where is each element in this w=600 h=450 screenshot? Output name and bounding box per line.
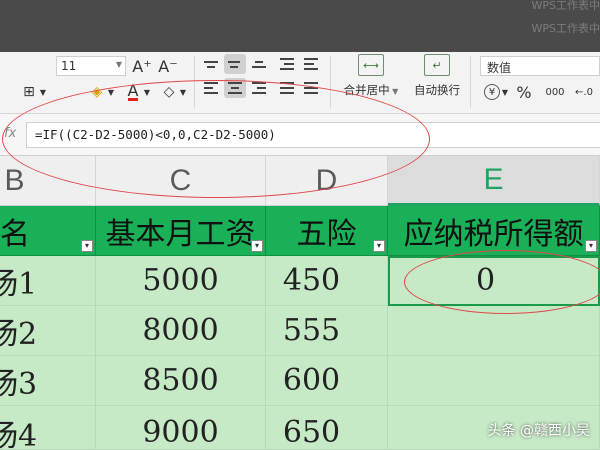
cell-value: 650 [282,415,341,450]
column-letter: B [4,163,25,197]
borders-dropdown[interactable]: ▼ [38,84,48,100]
currency-icon: ¥ [484,84,500,100]
window-hint: WPS工作表中 [531,22,600,35]
font-grow-label: A⁺ [132,56,152,76]
cell-value: 5000 [142,263,219,298]
header-cell-taxable[interactable]: 应纳税所得额 ▾ [388,206,600,256]
font-grow-button[interactable]: A⁺ [132,56,152,76]
number-format-value: 数值 [487,61,512,75]
ribbon-divider [470,56,471,108]
annotation-ellipse-formula [2,80,430,198]
align-top-button[interactable] [200,54,222,74]
cell-taxable-row3[interactable] [388,356,600,406]
cell-salary-row1[interactable]: 5000 [96,256,266,306]
chevron-down-icon: ▼ [115,60,122,69]
indent-increase-button[interactable] [300,54,322,74]
header-label: 五险 [296,216,357,252]
wrap-text-icon: ↵ [424,54,450,76]
title-bar: WPS工作表中 WPS工作表中 [0,0,600,52]
increase-decimal-button[interactable]: ←.0 [570,82,598,102]
thousand-separator-button[interactable]: 000 [540,82,570,102]
cell-value: 杨3 [0,366,38,402]
cell-insurance-row4[interactable]: 650 [266,406,388,450]
font-size-select[interactable]: 11 ▼ [56,56,126,76]
header-cell-name[interactable]: 姓名 ▾ [0,206,96,256]
header-label: 应纳税所得额 [403,216,584,252]
cell-value: 杨4 [0,418,38,450]
cell-value: 杨2 [0,316,38,352]
percent-icon: % [516,82,532,102]
currency-button[interactable]: ¥ [482,82,502,102]
currency-dropdown[interactable]: ▼ [500,84,510,100]
filter-dropdown-icon[interactable]: ▾ [251,240,263,252]
cell-insurance-row1[interactable]: 450 [266,256,388,306]
font-size-value: 11 [61,59,77,73]
merge-cells-icon: ⟷ [358,54,384,76]
cell-value: 555 [282,313,341,348]
chevron-down-icon: ▼ [501,87,509,97]
align-middle-button[interactable] [224,54,246,74]
column-header-e[interactable]: E [388,156,600,206]
chevron-down-icon: ▼ [39,87,47,97]
cell-value: 8500 [142,363,219,398]
header-cell-insurance[interactable]: 五险 ▾ [266,206,388,256]
thousand-separator-icon: 000 [545,86,565,98]
cell-value: 杨1 [0,266,38,302]
wrap-text-label: 自动换行 [414,83,460,97]
number-format-select[interactable]: 数值 [480,56,600,76]
cell-value: 8000 [142,313,219,348]
cell-salary-row3[interactable]: 8500 [96,356,266,406]
cell-value: 600 [282,363,341,398]
indent-decrease-button[interactable] [276,54,298,74]
chevron-down-icon: ▼ [389,87,399,96]
column-letter: E [483,162,504,196]
header-cell-salary[interactable]: 基本月工资 ▾ [96,206,266,256]
cell-salary-row4[interactable]: 9000 [96,406,266,450]
filter-dropdown-icon[interactable]: ▾ [585,240,597,252]
font-shrink-button[interactable]: A⁻ [158,56,178,76]
borders-button[interactable]: ⊞ [18,82,40,102]
cell-name-row2[interactable]: 杨2 [0,306,96,356]
percent-button[interactable]: % [514,82,534,102]
cell-name-row1[interactable]: 杨1 [0,256,96,306]
cell-salary-row2[interactable]: 8000 [96,306,266,356]
header-label: 姓名 [0,216,30,252]
cell-insurance-row3[interactable]: 600 [266,356,388,406]
border-grid-icon: ⊞ [23,84,35,100]
wrap-text-button[interactable]: ↵ 自动换行 [410,54,464,98]
window-hint: WPS工作表中 [531,0,600,12]
cell-value: 450 [282,263,341,298]
align-bottom-button[interactable] [248,54,270,74]
filter-dropdown-icon[interactable]: ▾ [373,240,385,252]
header-label: 基本月工资 [105,216,256,252]
merge-center-button[interactable]: ⟷ 合并居中 ▼ [340,54,402,98]
cell-name-row3[interactable]: 杨3 [0,356,96,406]
watermark: 头条 @赣西小吴 [487,423,590,439]
font-shrink-label: A⁻ [158,56,178,76]
cell-value: 9000 [142,415,219,450]
increase-decimal-icon: ←.0 [575,86,593,98]
annotation-ellipse-cell [404,250,600,314]
cell-name-row4[interactable]: 杨4 [0,406,96,450]
cell-insurance-row2[interactable]: 555 [266,306,388,356]
filter-dropdown-icon[interactable]: ▾ [81,240,93,252]
